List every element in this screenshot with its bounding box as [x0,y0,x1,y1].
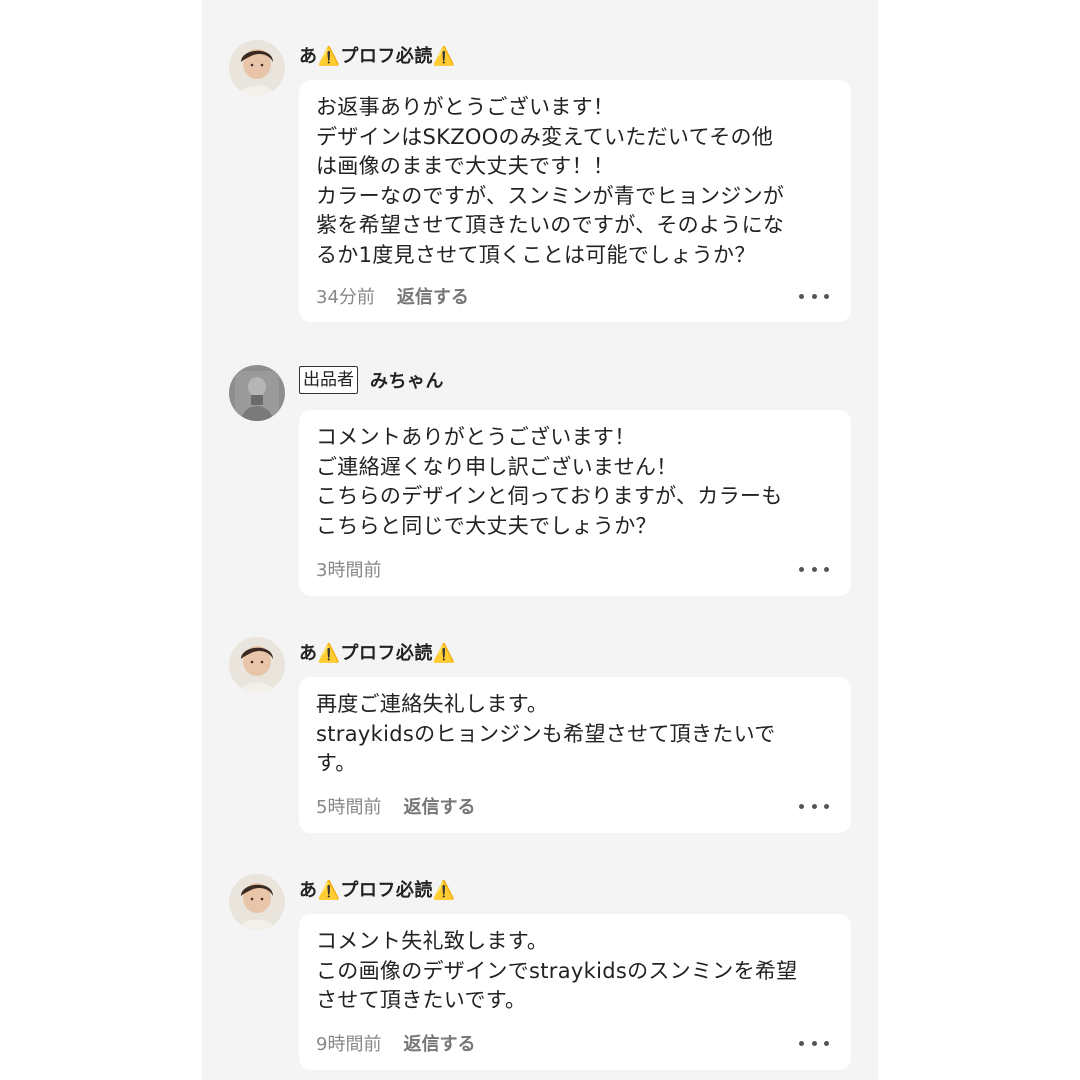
comment-bubble: コメント失礼致します。 この画像のデザインでstraykidsのスンミンを希望 … [299,914,851,1070]
username[interactable]: みちゃん [370,367,444,393]
seller-badge: 出品者 [299,366,358,394]
dot [799,803,804,809]
more-options-icon[interactable] [799,283,829,309]
comment-body: コメントありがとうございます！ ご連絡遅くなり申し訳ございません！ こちらのデザ… [316,425,783,538]
user-avatar[interactable] [229,874,285,930]
dot [824,1040,829,1046]
comment-header: あ⚠️プロフ必読⚠️ [299,40,456,70]
username[interactable]: あ⚠️プロフ必読⚠️ [299,42,456,68]
timestamp: 9時間前 [316,1034,382,1055]
username[interactable]: あ⚠️プロフ必読⚠️ [299,639,456,665]
comment-meta: 9時間前 返信する [316,1030,475,1056]
comment-header: あ⚠️プロフ必読⚠️ [299,874,456,904]
dot [811,293,817,299]
comment-meta: 5時間前 返信する [316,793,475,819]
comment-meta: 3時間前 [316,556,381,582]
more-options-icon[interactable] [799,793,829,819]
timestamp: 5時間前 [316,797,382,818]
user-avatar-photo [229,874,285,930]
reply-button[interactable]: 返信する [403,1030,475,1056]
dot [824,293,829,299]
dot [799,1040,804,1046]
comment-meta: 34分前 返信する [316,283,469,309]
comment-thread: あ⚠️プロフ必読⚠️ お返事ありがとうございます！ デザインはSKZOOのみ変え… [202,0,878,1080]
user-avatar-photo [229,40,285,96]
dot [799,293,804,299]
comment-bubble: お返事ありがとうございます！ デザインはSKZOOのみ変えていただいてその他 は… [299,80,851,322]
comment-body: 再度ご連絡失礼します。 straykidsのヒョンジンも希望させて頂きたいで す… [316,692,776,775]
reply-button[interactable]: 返信する [403,793,475,819]
user-avatar[interactable] [229,40,285,96]
comment-body: お返事ありがとうございます！ デザインはSKZOOのみ変えていただいてその他 は… [316,95,785,267]
comment-header: あ⚠️プロフ必読⚠️ [299,637,456,667]
more-options-icon[interactable] [799,556,829,582]
comment-header: 出品者 みちゃん [299,365,444,395]
timestamp: 34分前 [316,287,375,308]
seller-avatar[interactable] [229,365,285,421]
more-options-icon[interactable] [799,1030,829,1056]
username[interactable]: あ⚠️プロフ必読⚠️ [299,876,456,902]
dot [811,566,817,572]
comment-body: コメント失礼致します。 この画像のデザインでstraykidsのスンミンを希望 … [316,929,798,1012]
dot [811,1040,817,1046]
comment-bubble: コメントありがとうございます！ ご連絡遅くなり申し訳ございません！ こちらのデザ… [299,410,851,596]
dot [811,803,817,809]
comment-bubble: 再度ご連絡失礼します。 straykidsのヒョンジンも希望させて頂きたいで す… [299,677,851,833]
dot [799,566,804,572]
user-avatar[interactable] [229,637,285,693]
timestamp: 3時間前 [316,560,382,581]
dot [824,803,829,809]
user-avatar-photo [229,637,285,693]
seller-avatar-photo [229,365,285,421]
dot [824,566,829,572]
reply-button[interactable]: 返信する [397,283,469,309]
